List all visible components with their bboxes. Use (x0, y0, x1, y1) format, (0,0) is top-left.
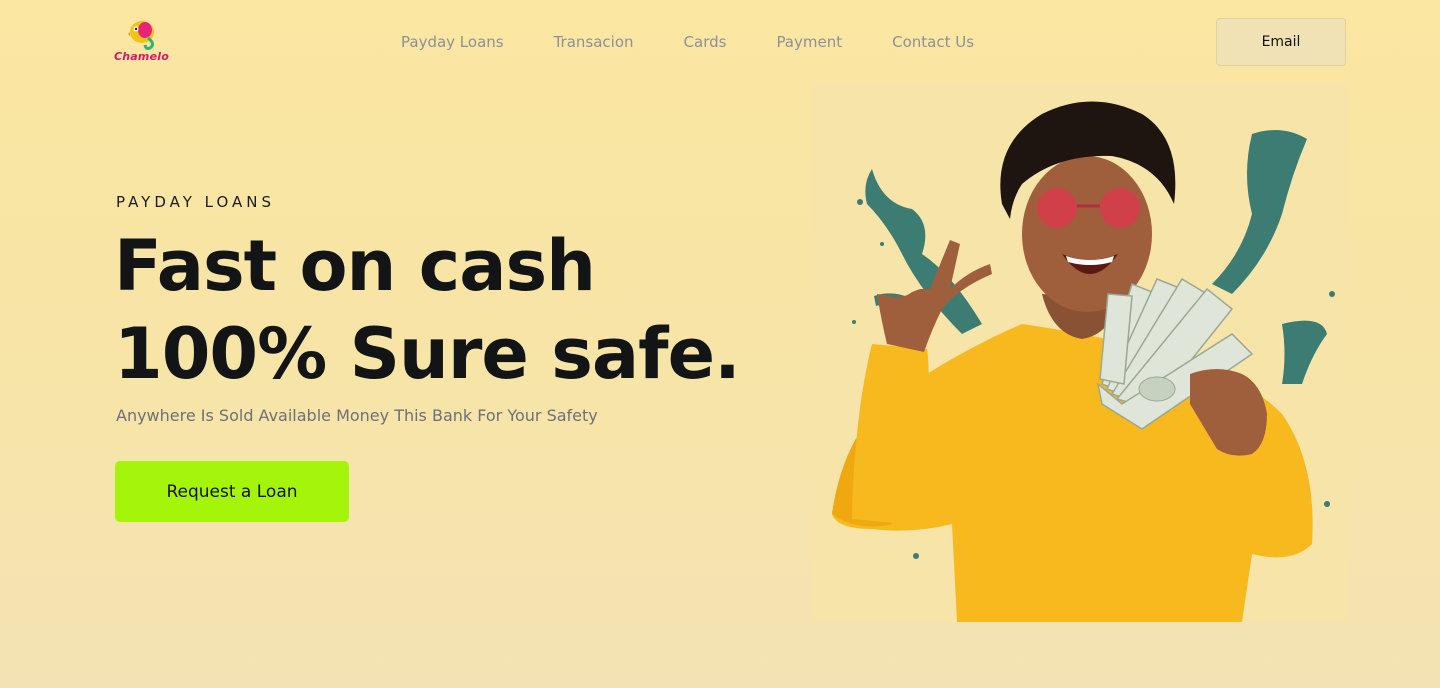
nav-link-payday-loans[interactable]: Payday Loans (401, 33, 504, 51)
request-loan-button[interactable]: Request a Loan (115, 461, 349, 522)
chameleon-logo-icon (128, 21, 155, 51)
hero-headline: Fast on cash 100% Sure safe. (114, 222, 741, 398)
man-holding-cash-illustration (832, 101, 1335, 622)
hero-subtitle: Anywhere Is Sold Available Money This Ba… (116, 406, 598, 425)
nav-link-contact-us[interactable]: Contact Us (892, 33, 974, 51)
top-navigation: Chamelo Payday Loans Transacion Cards Pa… (0, 0, 1440, 84)
hero-image (812, 84, 1348, 622)
brand-name: Chamelo (114, 50, 169, 63)
headline-line-1: Fast on cash (114, 225, 596, 307)
nav-link-payment[interactable]: Payment (776, 33, 842, 51)
hero-eyebrow: PAYDAY LOANS (116, 193, 276, 211)
email-button[interactable]: Email (1216, 18, 1346, 66)
nav-link-transacion[interactable]: Transacion (554, 33, 634, 51)
brand-logo[interactable]: Chamelo (112, 18, 172, 66)
nav-link-cards[interactable]: Cards (684, 33, 727, 51)
headline-line-2: 100% Sure safe. (114, 313, 741, 395)
main-menu: Payday Loans Transacion Cards Payment Co… (401, 33, 1024, 51)
